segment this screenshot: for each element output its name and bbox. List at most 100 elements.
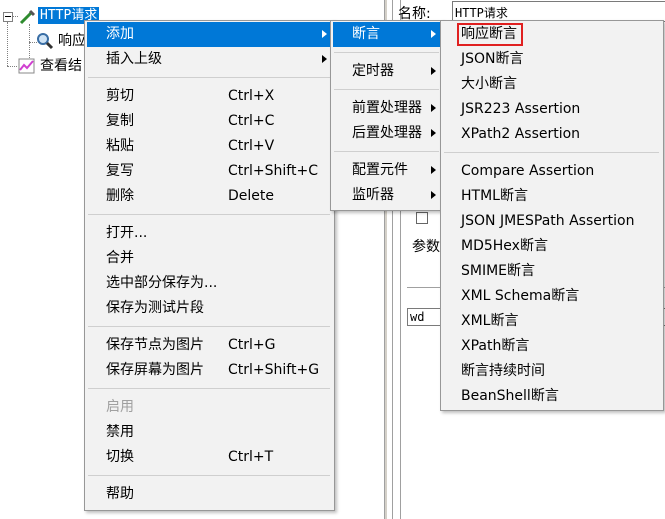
menu-item-label: JSON JMESPath Assertion [461, 213, 635, 229]
assertion-submenu: 响应断言 JSON断言 大小断言 JSR223 Assertion XPath2 Ass… [440, 20, 664, 411]
context-menu-item-15[interactable]: 保存节点为图片 Ctrl+G [87, 333, 332, 358]
menu-separator [88, 388, 330, 389]
assertion-submenu-item-8[interactable]: HTML断言 [443, 184, 661, 209]
context-menu-item-2[interactable]: 插入上级 [87, 47, 332, 72]
add-submenu: 断言定时器前置处理器后置处理器配置元件监听器 [330, 20, 444, 211]
menu-item-label: 剪切 [106, 88, 134, 104]
graph-icon [18, 57, 36, 75]
add-submenu-item-1[interactable]: 断言 [333, 22, 441, 47]
menu-item-label: 合并 [106, 250, 134, 266]
name-input[interactable]: HTTP请求 [452, 1, 665, 22]
magnifier-icon [36, 32, 54, 50]
menu-separator [334, 89, 439, 90]
context-menu-item-19[interactable]: 禁用 [87, 420, 332, 445]
checkbox[interactable] [416, 212, 428, 224]
menu-item-label: 大小断言 [461, 76, 517, 92]
menu-item-label: 保存节点为图片 [106, 337, 204, 353]
assertion-submenu-item-7[interactable]: Compare Assertion [443, 159, 661, 184]
menu-item-label: 禁用 [106, 424, 134, 440]
menu-item-label: 断言持续时间 [461, 363, 545, 379]
assertion-submenu-item-9[interactable]: JSON JMESPath Assertion [443, 209, 661, 234]
menu-item-label: 复制 [106, 113, 134, 129]
shortcut-label: Ctrl+G [228, 337, 276, 353]
menu-separator [334, 151, 439, 152]
chevron-right-icon [431, 129, 436, 137]
context-menu: 添加插入上级剪切 Ctrl+X 复制 Ctrl+C 粘贴 Ctrl+V 复写 Ctrl+Shi… [84, 20, 335, 511]
menu-item-label: 监听器 [352, 187, 394, 203]
context-menu-item-1[interactable]: 添加 [87, 22, 332, 47]
context-menu-item-6[interactable]: 粘贴 Ctrl+V [87, 134, 332, 159]
chevron-right-icon [431, 104, 436, 112]
collapse-toggle[interactable] [3, 12, 13, 22]
menu-item-label: 删除 [106, 188, 134, 204]
shortcut-label: Ctrl+Shift+G [228, 362, 320, 378]
chevron-right-icon [322, 55, 327, 63]
assertion-submenu-item-4[interactable]: JSR223 Assertion [443, 97, 661, 122]
tree-item-label: 查看结 [40, 58, 82, 74]
menu-item-label: 打开... [106, 225, 148, 241]
menu-item-label: 复写 [106, 163, 134, 179]
add-submenu-item-5[interactable]: 前置处理器 [333, 96, 441, 121]
assertion-submenu-item-1[interactable]: 响应断言 [443, 22, 661, 47]
chevron-right-icon [431, 191, 436, 199]
menu-item-label: XPath2 Assertion [461, 126, 581, 142]
context-menu-item-10[interactable]: 打开... [87, 221, 332, 246]
context-menu-item-5[interactable]: 复制 Ctrl+C [87, 109, 332, 134]
chevron-right-icon [431, 67, 436, 75]
menu-item-label: 断言 [352, 26, 380, 42]
params-label: 参数 [412, 239, 440, 255]
assertion-submenu-item-3[interactable]: 大小断言 [443, 72, 661, 97]
context-menu-item-7[interactable]: 复写 Ctrl+Shift+C [87, 159, 332, 184]
context-menu-item-8[interactable]: 删除 Delete [87, 184, 332, 209]
tree-item-label: 响应 [58, 33, 86, 49]
shortcut-label: Ctrl+Shift+C [228, 163, 318, 179]
shortcut-label: Ctrl+C [228, 113, 275, 129]
shortcut-label: Delete [228, 188, 274, 204]
context-menu-item-18: 启用 [87, 395, 332, 420]
menu-item-label: HTML断言 [461, 188, 528, 204]
menu-item-label: 定时器 [352, 63, 394, 79]
menu-item-label: JSR223 Assertion [461, 101, 581, 117]
context-menu-item-4[interactable]: 剪切 Ctrl+X [87, 84, 332, 109]
menu-item-label: 切换 [106, 449, 134, 465]
assertion-submenu-item-16[interactable]: BeanShell断言 [443, 384, 661, 409]
context-menu-item-13[interactable]: 保存为测试片段 [87, 296, 332, 321]
assertion-submenu-item-5[interactable]: XPath2 Assertion [443, 122, 661, 147]
assertion-submenu-item-13[interactable]: XML断言 [443, 309, 661, 334]
context-menu-item-12[interactable]: 选中部分保存为... [87, 271, 332, 296]
add-submenu-item-8[interactable]: 配置元件 [333, 158, 441, 183]
chevron-right-icon [431, 30, 436, 38]
menu-item-label: 后置处理器 [352, 125, 422, 141]
context-menu-item-22[interactable]: 帮助 [87, 482, 332, 507]
menu-item-label: XPath断言 [461, 338, 530, 354]
add-submenu-item-3[interactable]: 定时器 [333, 59, 441, 84]
chevron-right-icon [322, 30, 327, 38]
context-menu-item-16[interactable]: 保存屏幕为图片 Ctrl+Shift+G [87, 358, 332, 383]
menu-item-label: SMIME断言 [461, 263, 536, 279]
menu-item-label: 启用 [106, 399, 134, 415]
menu-separator [334, 52, 439, 53]
assertion-submenu-item-2[interactable]: JSON断言 [443, 47, 661, 72]
assertion-submenu-item-15[interactable]: 断言持续时间 [443, 359, 661, 384]
menu-item-label: 粘贴 [106, 138, 134, 154]
menu-item-label: 添加 [106, 26, 134, 42]
context-menu-item-11[interactable]: 合并 [87, 246, 332, 271]
shortcut-label: Ctrl+X [228, 88, 275, 104]
assertion-submenu-item-11[interactable]: SMIME断言 [443, 259, 661, 284]
menu-item-label: JSON断言 [461, 51, 524, 67]
assertion-submenu-item-12[interactable]: XML Schema断言 [443, 284, 661, 309]
add-submenu-item-9[interactable]: 监听器 [333, 183, 441, 208]
menu-item-label: Compare Assertion [461, 163, 595, 179]
context-menu-item-20[interactable]: 切换 Ctrl+T [87, 445, 332, 470]
menu-item-label: 插入上级 [106, 51, 162, 67]
menu-item-label: 配置元件 [352, 162, 408, 178]
menu-item-label: 前置处理器 [352, 100, 422, 116]
menu-item-label: 保存屏幕为图片 [106, 362, 204, 378]
assertion-submenu-item-14[interactable]: XPath断言 [443, 334, 661, 359]
assertion-submenu-item-10[interactable]: MD5Hex断言 [443, 234, 661, 259]
menu-item-label: 保存为测试片段 [106, 300, 204, 316]
menu-item-label: 帮助 [106, 486, 134, 502]
pipette-icon [18, 8, 36, 26]
add-submenu-item-6[interactable]: 后置处理器 [333, 121, 441, 146]
menu-item-label: MD5Hex断言 [461, 238, 548, 254]
